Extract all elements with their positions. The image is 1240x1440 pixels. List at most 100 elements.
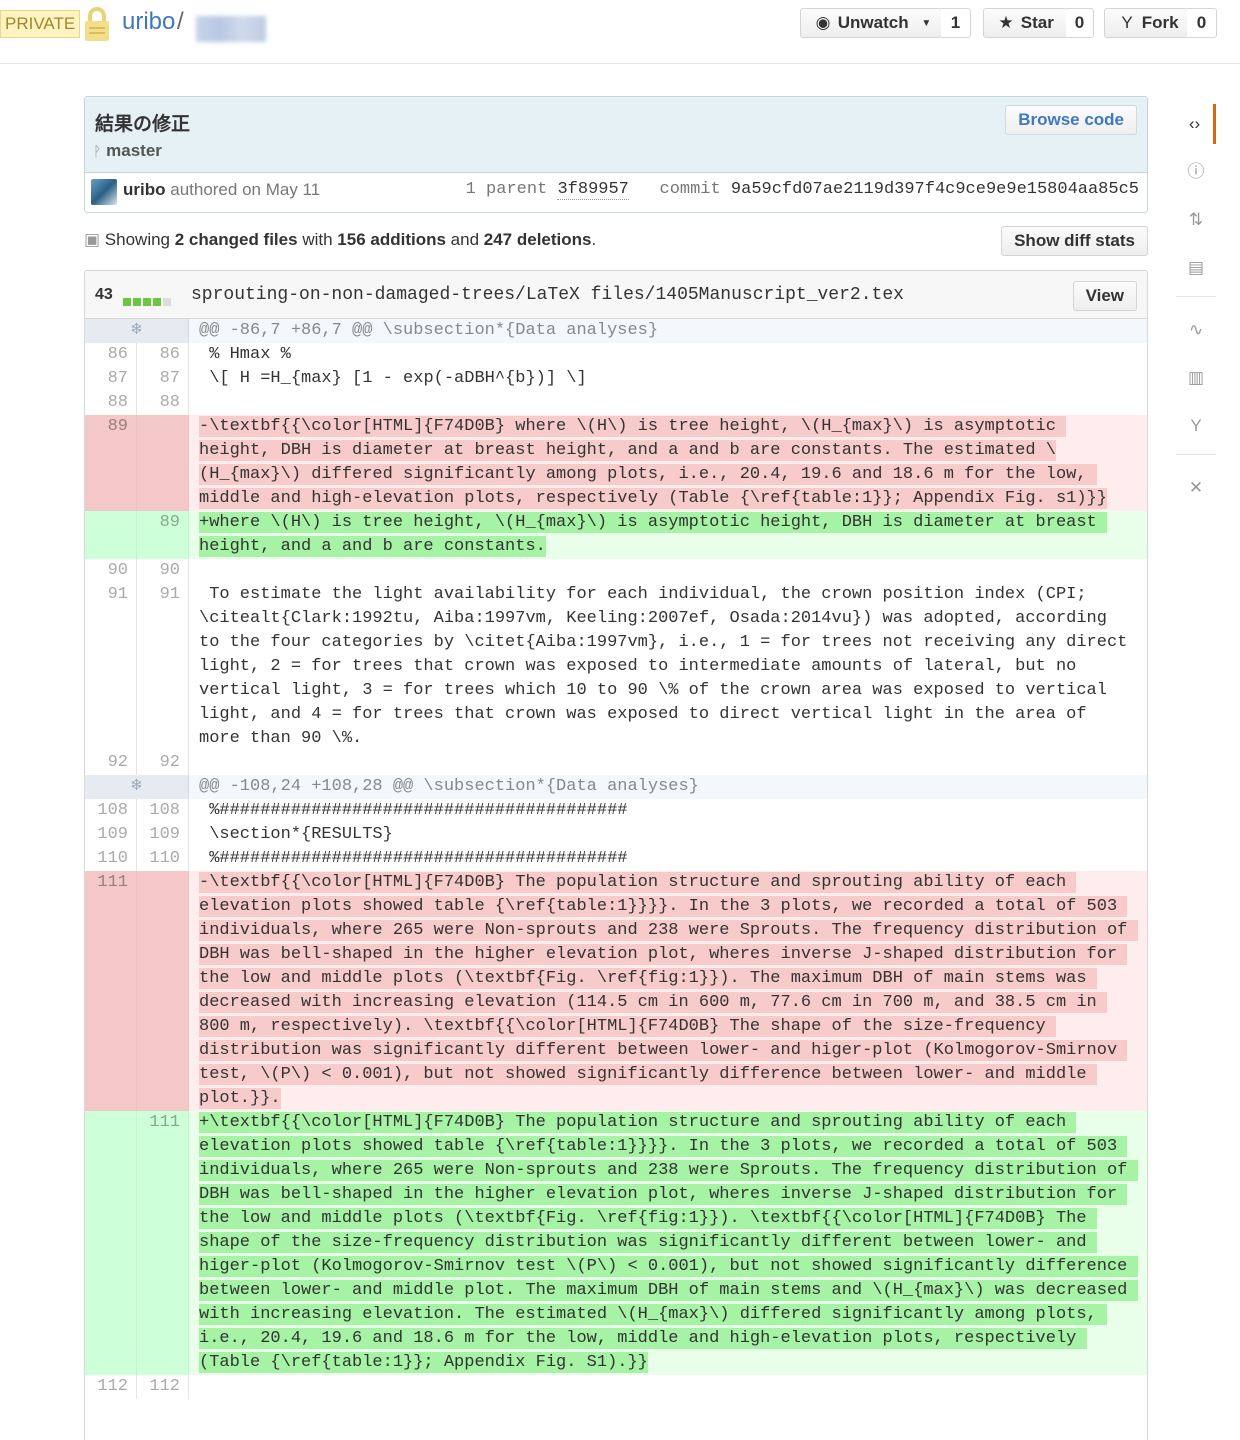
context-line: 112 112: [85, 1375, 1147, 1399]
new-line-number[interactable]: 109: [137, 823, 189, 847]
pulse-icon[interactable]: ∿: [1176, 310, 1216, 350]
old-line-number[interactable]: [85, 1111, 137, 1375]
repo-header: PRIVATE uribo / ◉ Unwatch ▼ 1 ★ Star 0 Y…: [0, 0, 1240, 64]
watchers-count[interactable]: 1: [941, 8, 971, 38]
context-line: 91 91 To estimate the light availability …: [85, 583, 1147, 751]
new-line-number[interactable]: [137, 415, 189, 511]
diff-table: ❄ @@ -86,7 +86,7 @@ \subsection*{Data ana…: [85, 319, 1147, 1399]
code-line: To estimate the light availability for e…: [199, 585, 1138, 748]
view-file-button[interactable]: View: [1072, 281, 1137, 311]
repo-separator: /: [177, 8, 184, 35]
hunk-header: ❄ @@ -108,24 +108,28 @@ \subsection*{Data…: [85, 775, 1147, 799]
context-line: 108 108 %################################…: [85, 799, 1147, 823]
wiki-icon[interactable]: ▤: [1176, 248, 1216, 288]
commit-title: 結果の修正: [95, 114, 191, 135]
new-line-number[interactable]: [137, 871, 189, 1111]
new-line-number[interactable]: 88: [137, 391, 189, 415]
context-line: 109 109 \section*{RESULTS}: [85, 823, 1147, 847]
graphs-icon[interactable]: ▥: [1176, 358, 1216, 398]
new-line-number[interactable]: 92: [137, 751, 189, 775]
fork-icon: Y: [1121, 13, 1133, 32]
sidenav-divider: [1176, 296, 1216, 297]
lock-icon: [85, 7, 109, 41]
new-line-number[interactable]: 112: [137, 1375, 189, 1399]
summary-additions: 156 additions: [337, 230, 446, 249]
context-line: 90 90: [85, 559, 1147, 583]
old-line-number[interactable]: 92: [85, 751, 137, 775]
commit-label: commit: [659, 180, 721, 199]
code-line: %#######################################…: [199, 849, 628, 868]
file-diff-icon: ▣: [84, 230, 101, 249]
code-line: % Hmax %: [199, 345, 291, 364]
parent-sha-link[interactable]: 3f89957: [557, 180, 629, 200]
new-line-number[interactable]: 86: [137, 343, 189, 367]
old-line-number[interactable]: 87: [85, 367, 137, 391]
new-line-number[interactable]: 90: [137, 559, 189, 583]
unwatch-button[interactable]: ◉ Unwatch ▼: [800, 8, 942, 38]
issues-icon[interactable]: ⓘ: [1176, 152, 1216, 192]
network-icon[interactable]: Y: [1176, 406, 1216, 446]
summary-files[interactable]: 2 changed files: [175, 230, 298, 249]
old-line-number[interactable]: 111: [85, 871, 137, 1111]
star-icon: ★: [998, 13, 1014, 32]
code-line: +where \(H\) is tree height, \(H_{max}\)…: [189, 511, 1147, 559]
branch-icon: ᚹ: [93, 143, 102, 159]
show-diff-stats-button[interactable]: Show diff stats: [1001, 226, 1148, 256]
new-line-number[interactable]: 111: [137, 1111, 189, 1375]
commit-meta: uribo authored on May 11 1 parent 3f8995…: [85, 174, 1147, 212]
commit-title-area: 結果の修正 ᚹ master Browse code: [85, 97, 1147, 173]
new-line-number[interactable]: 110: [137, 847, 189, 871]
summary-and: and: [450, 230, 480, 249]
old-line-number[interactable]: [85, 511, 137, 559]
hunk-header: ❄ @@ -86,7 +86,7 @@ \subsection*{Data ana…: [85, 319, 1147, 343]
code-line: %#######################################…: [199, 801, 628, 820]
hunk-text: @@ -108,24 +108,28 @@ \subsection*{Data …: [199, 777, 699, 796]
fork-label: Fork: [1141, 13, 1179, 32]
old-line-number[interactable]: 108: [85, 799, 137, 823]
expand-icon[interactable]: ❄: [85, 319, 189, 343]
new-line-number[interactable]: 108: [137, 799, 189, 823]
repo-owner-link[interactable]: uribo: [122, 8, 175, 36]
forks-count[interactable]: 0: [1187, 8, 1217, 38]
file-change-count: 43: [95, 286, 113, 303]
parent-label: 1 parent: [465, 180, 548, 199]
hunk-text: @@ -86,7 +86,7 @@ \subsection*{Data anal…: [199, 321, 659, 340]
avatar[interactable]: [91, 179, 117, 205]
stars-count[interactable]: 0: [1066, 8, 1094, 38]
old-line-number[interactable]: 110: [85, 847, 137, 871]
repo-name-redacted[interactable]: [196, 16, 266, 42]
sidenav-divider: [1176, 454, 1216, 455]
expand-icon[interactable]: ❄: [85, 775, 189, 799]
browse-code-button[interactable]: Browse code: [1005, 105, 1137, 135]
author-link[interactable]: uribo: [123, 180, 166, 199]
authored-date: authored on May 11: [170, 180, 321, 199]
context-line: 87 87 \[ H =H_{max} [1 - exp(-aDBH^{b})] …: [85, 367, 1147, 391]
added-line: 111 +\textbf{{\color[HTML]{F74D0B} The po…: [85, 1111, 1147, 1375]
fork-button[interactable]: Y Fork: [1104, 8, 1188, 38]
old-line-number[interactable]: 91: [85, 583, 137, 751]
old-line-number[interactable]: 112: [85, 1375, 137, 1399]
context-line: 110 110 %################################…: [85, 847, 1147, 871]
pull-requests-icon[interactable]: ⇅: [1176, 200, 1216, 240]
new-line-number[interactable]: 91: [137, 583, 189, 751]
old-line-number[interactable]: 109: [85, 823, 137, 847]
commit-sha: 9a59cfd07ae2119d397f4c9ce9e9e15804aa85c5: [730, 180, 1139, 199]
branch-label: ᚹ master: [93, 141, 162, 161]
old-line-number[interactable]: 90: [85, 559, 137, 583]
star-button[interactable]: ★ Star: [983, 8, 1067, 38]
code-line: -\textbf{{\color[HTML]{F74D0B} The popul…: [189, 871, 1147, 1111]
old-line-number[interactable]: 88: [85, 391, 137, 415]
file-header: 43 sprouting-on-non-damaged-trees/LaTeX …: [85, 271, 1147, 319]
settings-icon[interactable]: ✕: [1176, 468, 1216, 508]
old-line-number[interactable]: 89: [85, 415, 137, 511]
unwatch-label: Unwatch: [837, 13, 909, 32]
new-line-number[interactable]: 89: [137, 511, 189, 559]
code-icon[interactable]: ‹›: [1176, 104, 1216, 144]
new-line-number[interactable]: 87: [137, 367, 189, 391]
eye-icon: ◉: [815, 13, 831, 32]
summary-deletions: 247 deletions: [483, 230, 592, 249]
old-line-number[interactable]: 86: [85, 343, 137, 367]
